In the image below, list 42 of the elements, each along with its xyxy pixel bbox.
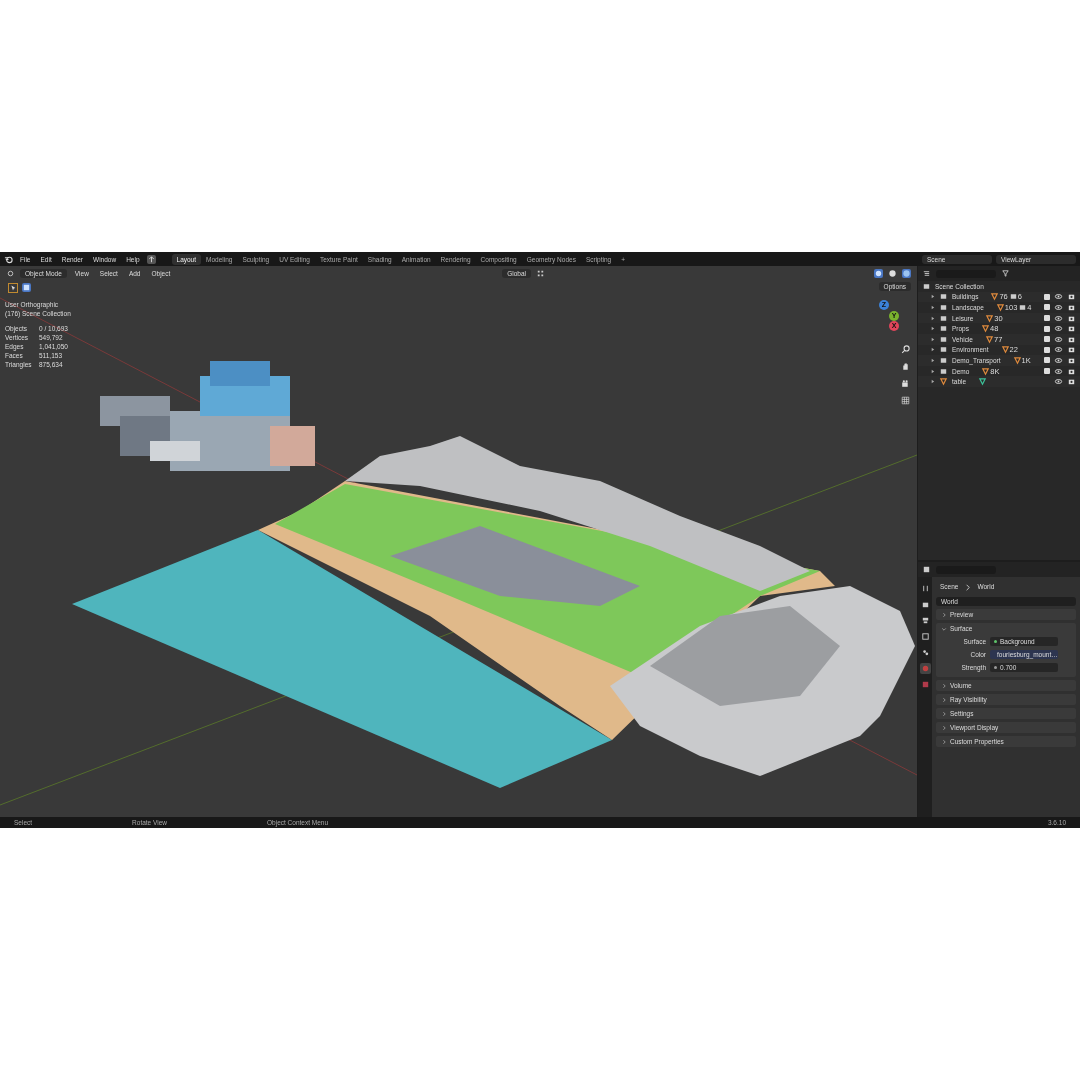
eye-icon[interactable] xyxy=(1054,324,1063,334)
eye-icon[interactable] xyxy=(1054,313,1063,323)
camera-icon[interactable] xyxy=(1067,324,1076,334)
camera-icon[interactable] xyxy=(1067,377,1076,387)
mesh-data-icon xyxy=(978,377,988,387)
eye-icon[interactable] xyxy=(1054,292,1063,302)
camera-icon[interactable] xyxy=(1067,303,1076,312)
view-layer-tab-icon[interactable] xyxy=(919,631,931,642)
include-checkbox[interactable] xyxy=(1044,368,1050,375)
chevron-right-icon xyxy=(963,583,973,592)
select-mode-icon[interactable] xyxy=(22,283,31,292)
eye-icon[interactable] xyxy=(1054,355,1063,365)
include-checkbox[interactable] xyxy=(1044,293,1050,300)
include-checkbox[interactable] xyxy=(1044,325,1050,332)
eye-icon[interactable] xyxy=(1054,334,1063,344)
camera-icon[interactable] xyxy=(1067,292,1076,302)
mesh-icon xyxy=(939,377,948,387)
snap-grid-icon[interactable] xyxy=(536,269,546,278)
shading-sphere-icon[interactable] xyxy=(888,269,897,278)
upload-icon[interactable] xyxy=(146,254,156,264)
eye-icon[interactable] xyxy=(1054,366,1063,376)
select-cursor-icon[interactable] xyxy=(8,283,18,293)
include-checkbox[interactable] xyxy=(1044,315,1050,322)
display-mode-icon[interactable] xyxy=(922,269,931,278)
include-checkbox[interactable] xyxy=(1044,304,1050,311)
eye-icon[interactable] xyxy=(1054,377,1063,387)
shading-sphere-icon[interactable] xyxy=(902,269,911,278)
filter-icon[interactable] xyxy=(1001,269,1010,278)
eye-icon[interactable] xyxy=(1054,303,1063,312)
include-checkbox[interactable] xyxy=(1044,336,1050,343)
grid-icon[interactable] xyxy=(900,395,911,406)
overlay-icon[interactable] xyxy=(874,269,883,278)
world-tab-icon[interactable] xyxy=(919,663,931,674)
camera-icon[interactable] xyxy=(1067,345,1076,355)
editor-type-icon[interactable] xyxy=(922,565,931,574)
eye-icon[interactable] xyxy=(1054,345,1063,355)
mesh-icon xyxy=(981,366,991,376)
camera-icon[interactable] xyxy=(900,378,911,389)
editor-type-icon[interactable] xyxy=(6,269,15,278)
include-checkbox[interactable] xyxy=(1044,357,1050,364)
zoom-icon[interactable] xyxy=(900,344,911,355)
include-checkbox[interactable] xyxy=(1044,346,1050,353)
